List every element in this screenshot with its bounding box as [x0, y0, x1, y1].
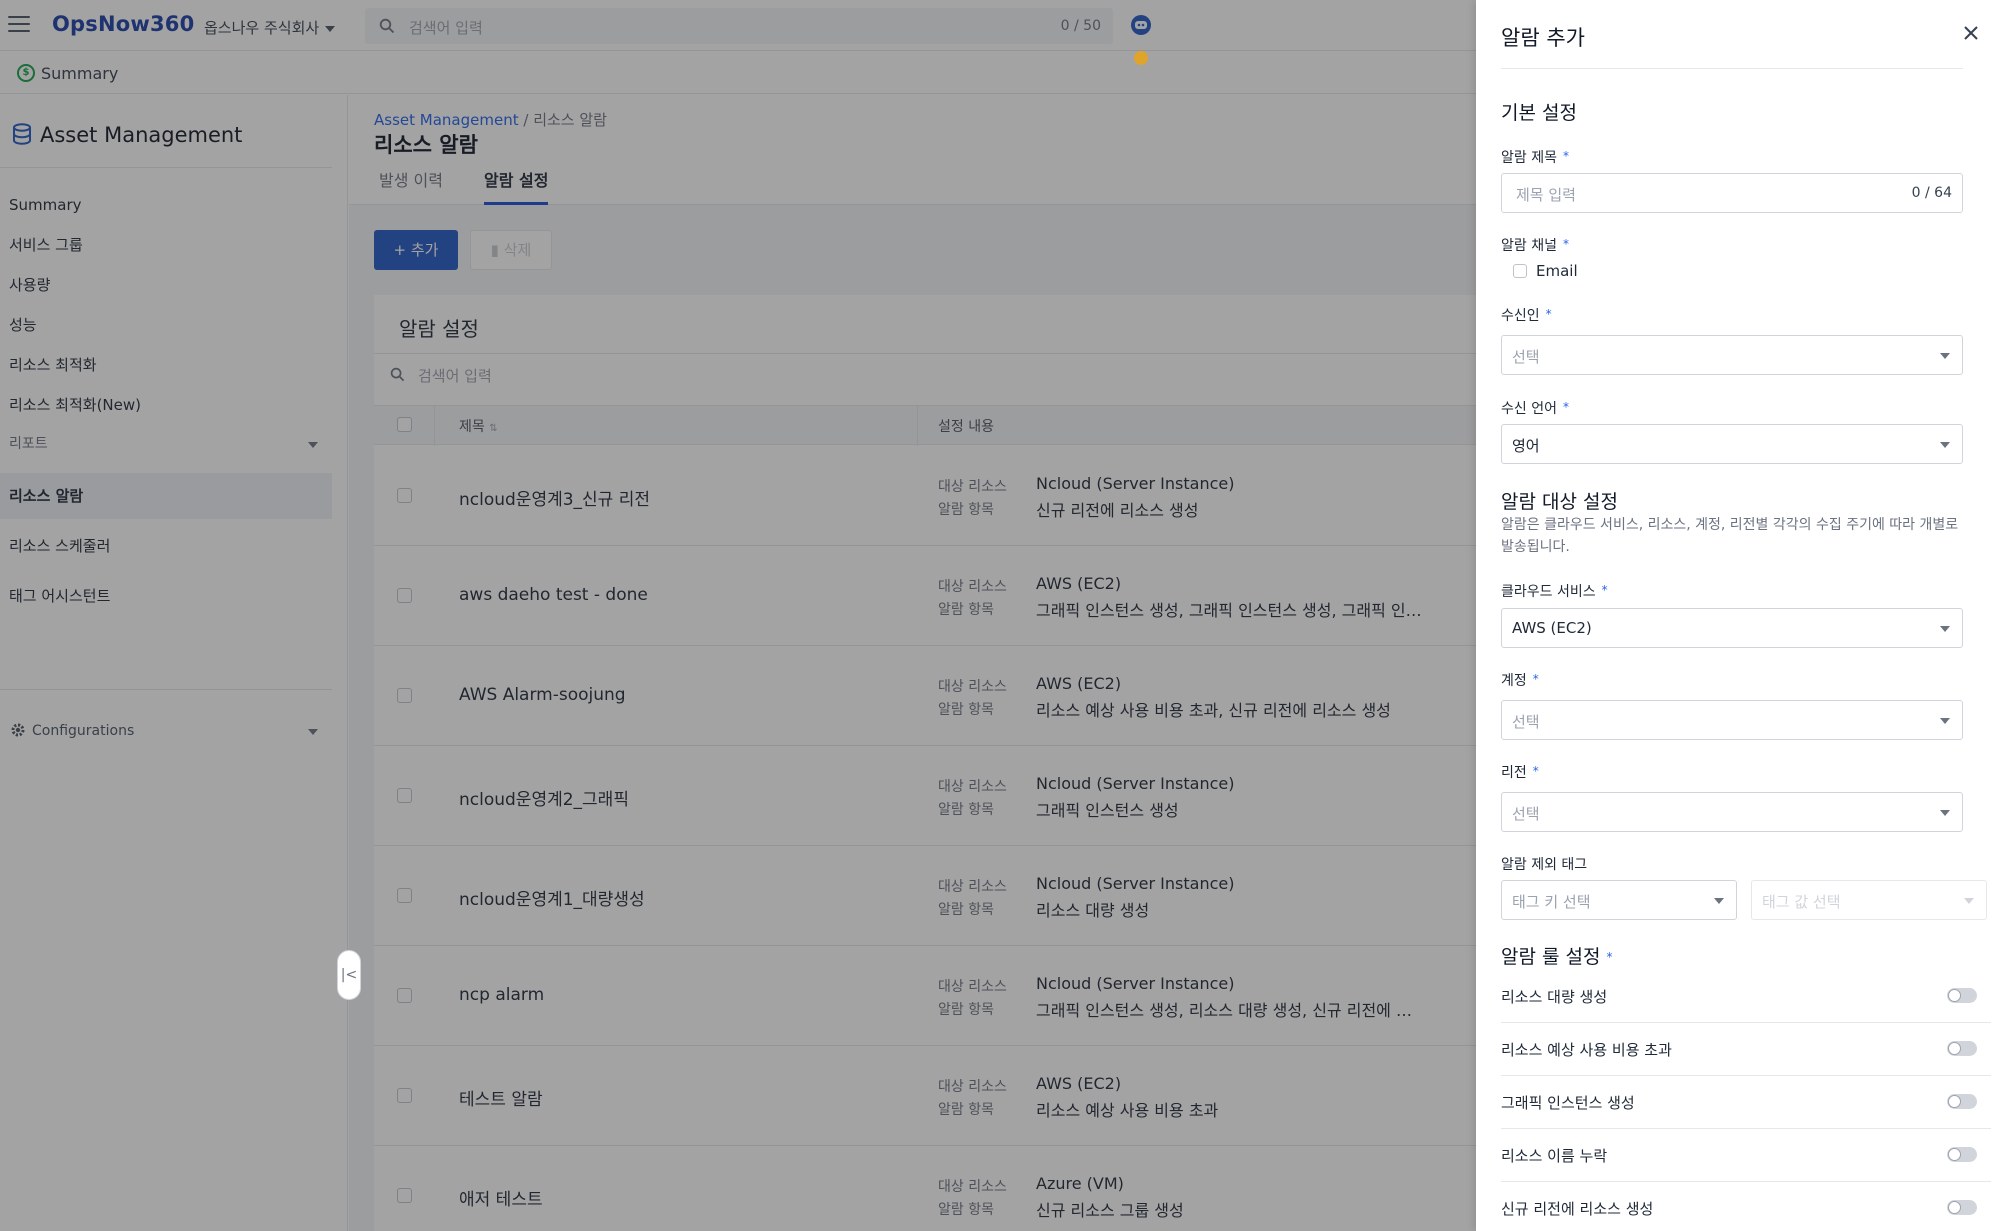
- rule-item: 리소스 예상 사용 비용 초과: [1501, 1023, 1991, 1076]
- required-mark: *: [1562, 237, 1569, 251]
- section-rule-settings: 알람 룰 설정 *: [1501, 942, 1612, 969]
- required-mark: *: [1545, 307, 1552, 321]
- rule-label: 신규 리전에 리소스 생성: [1501, 1200, 1654, 1218]
- alarm-title-label-text: 알람 제목: [1501, 150, 1557, 166]
- cloud-service-select[interactable]: AWS (EC2): [1501, 608, 1963, 648]
- alarm-channel-label: 알람 채널 *: [1501, 235, 1569, 255]
- email-label: Email: [1536, 262, 1578, 280]
- rule-label: 리소스 대량 생성: [1501, 988, 1608, 1006]
- rule-section-label: 알람 룰 설정: [1501, 946, 1601, 968]
- modal-overlay[interactable]: [0, 0, 1476, 1231]
- recipient-select[interactable]: 선택: [1501, 335, 1963, 375]
- required-mark: *: [1562, 400, 1569, 414]
- recipient-label-text: 수신인: [1501, 308, 1540, 324]
- tag-value-select[interactable]: 태그 값 선택: [1751, 880, 1987, 920]
- section-basic-settings: 기본 설정: [1501, 102, 1577, 124]
- rule-item: 신규 리전에 리소스 생성: [1501, 1182, 1991, 1231]
- section-target-settings: 알람 대상 설정: [1501, 491, 1618, 513]
- account-label: 계정 *: [1501, 670, 1539, 690]
- rule-item: 리소스 대량 생성: [1501, 970, 1991, 1023]
- toggle-knob: [1948, 1148, 1961, 1161]
- add-alarm-drawer: 알람 추가 기본 설정 알람 제목 * 제목 입력 0 / 64 알람 채널 * E…: [1476, 0, 1996, 1231]
- language-label-text: 수신 언어: [1501, 401, 1557, 417]
- tag-value-placeholder: 태그 값 선택: [1762, 893, 1841, 911]
- required-mark: *: [1606, 950, 1613, 964]
- cloud-service-value: AWS (EC2): [1512, 619, 1592, 637]
- account-select[interactable]: 선택: [1501, 700, 1963, 740]
- chevron-down-icon: [1940, 626, 1950, 632]
- toggle-knob: [1948, 1042, 1961, 1055]
- rule-toggle[interactable]: [1947, 1094, 1977, 1109]
- notification-dot[interactable]: [1134, 51, 1148, 65]
- rule-item: 그래픽 인스턴스 생성: [1501, 1076, 1991, 1129]
- recipient-label: 수신인 *: [1501, 305, 1552, 325]
- rule-label: 그래픽 인스턴스 생성: [1501, 1094, 1635, 1112]
- tag-key-placeholder: 태그 키 선택: [1512, 893, 1591, 911]
- toggle-knob: [1948, 1095, 1961, 1108]
- rule-toggle[interactable]: [1947, 988, 1977, 1003]
- language-label: 수신 언어 *: [1501, 398, 1569, 418]
- chevron-down-icon: [1964, 898, 1974, 904]
- required-mark: *: [1562, 149, 1569, 163]
- region-value: 선택: [1512, 805, 1540, 823]
- email-checkbox[interactable]: [1513, 264, 1527, 278]
- chevron-down-icon: [1940, 353, 1950, 359]
- close-icon[interactable]: [1962, 24, 1980, 42]
- account-value: 선택: [1512, 713, 1540, 731]
- rule-label: 리소스 예상 사용 비용 초과: [1501, 1041, 1672, 1059]
- chevron-down-icon: [1940, 718, 1950, 724]
- exclude-tag-label: 알람 제외 태그: [1501, 857, 1588, 873]
- divider: [1501, 68, 1963, 69]
- alarm-title-input[interactable]: 제목 입력 0 / 64: [1501, 173, 1963, 213]
- email-channel-option[interactable]: Email: [1513, 262, 1578, 280]
- alarm-title-label: 알람 제목 *: [1501, 147, 1569, 167]
- rule-item: 리소스 이름 누락: [1501, 1129, 1991, 1182]
- rule-toggle[interactable]: [1947, 1147, 1977, 1162]
- alarm-channel-label-text: 알람 채널: [1501, 238, 1557, 254]
- language-select[interactable]: 영어: [1501, 424, 1963, 464]
- required-mark: *: [1601, 583, 1608, 597]
- target-description: 알람은 클라우드 서비스, 리소스, 계정, 리전별 각각의 수집 주기에 따라…: [1501, 517, 1959, 555]
- rule-label: 리소스 이름 누락: [1501, 1147, 1608, 1165]
- collapse-sidebar-button[interactable]: |<: [337, 950, 361, 1000]
- rule-toggle[interactable]: [1947, 1041, 1977, 1056]
- region-select[interactable]: 선택: [1501, 792, 1963, 832]
- required-mark: *: [1532, 764, 1539, 778]
- alarm-title-placeholder: 제목 입력: [1516, 186, 1576, 204]
- required-mark: *: [1532, 672, 1539, 686]
- rule-toggle[interactable]: [1947, 1200, 1977, 1215]
- tag-key-select[interactable]: 태그 키 선택: [1501, 880, 1737, 920]
- region-label-text: 리전: [1501, 765, 1527, 781]
- recipient-value: 선택: [1512, 348, 1540, 366]
- alarm-title-count: 0 / 64: [1911, 185, 1952, 201]
- cloud-service-label: 클라우드 서비스 *: [1501, 581, 1608, 601]
- chevron-down-icon: [1940, 810, 1950, 816]
- chevron-down-icon: [1940, 442, 1950, 448]
- account-label-text: 계정: [1501, 673, 1527, 689]
- toggle-knob: [1948, 989, 1961, 1002]
- language-value: 영어: [1512, 437, 1540, 455]
- chevron-down-icon: [1714, 898, 1724, 904]
- drawer-title: 알람 추가: [1501, 26, 1585, 50]
- cloud-service-label-text: 클라우드 서비스: [1501, 584, 1596, 600]
- toggle-knob: [1948, 1201, 1961, 1214]
- region-label: 리전 *: [1501, 762, 1539, 782]
